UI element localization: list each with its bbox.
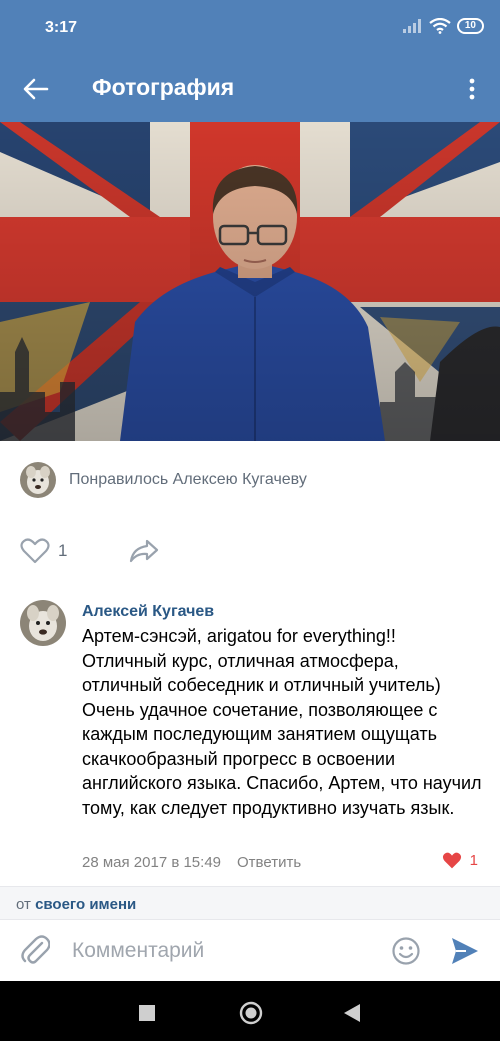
attach-button[interactable] xyxy=(20,934,51,971)
comment-author-selector: от своего имени xyxy=(0,887,500,919)
liked-by-text: Понравилось Алексею Кугачеву xyxy=(69,471,307,488)
from-prefix: от xyxy=(16,896,36,913)
heart-filled-icon xyxy=(442,852,461,869)
reply-button[interactable]: Ответить xyxy=(237,854,301,871)
status-bar: 3:17 10 xyxy=(0,0,500,55)
comment-meta: 28 мая 2017 в 15:49 Ответить xyxy=(82,852,482,872)
comment-text: Артем-сэнсэй, arigatou for everything!! … xyxy=(82,626,482,818)
system-nav-bar xyxy=(0,981,500,1041)
signal-icon xyxy=(402,19,421,33)
main-photo[interactable] xyxy=(0,122,500,441)
stop-icon xyxy=(139,1005,155,1021)
more-vertical-icon xyxy=(469,78,475,100)
recents-button[interactable] xyxy=(139,1005,155,1021)
comment-avatar[interactable] xyxy=(20,600,66,646)
comment-like-count: 1 xyxy=(469,852,478,869)
photo-image xyxy=(0,122,500,441)
more-options-button[interactable] xyxy=(460,73,484,105)
app-bar: Фотография xyxy=(0,55,500,122)
comment-like-button[interactable]: 1 xyxy=(442,852,478,869)
home-circle-icon xyxy=(239,1001,263,1025)
send-icon xyxy=(452,938,478,964)
paperclip-icon xyxy=(21,935,51,964)
back-triangle-icon xyxy=(344,1004,360,1022)
comment-composer xyxy=(0,919,500,981)
battery-indicator: 10 xyxy=(456,18,484,34)
status-icons: 10 xyxy=(402,18,484,34)
back-arrow-icon xyxy=(23,78,49,100)
comment-body: Алексей Кугачев Артем-сэнсэй, arigatou f… xyxy=(82,600,482,820)
heart-outline-icon xyxy=(20,538,50,564)
send-button[interactable] xyxy=(450,936,480,971)
photo-actions: 1 xyxy=(20,534,159,568)
like-button[interactable]: 1 xyxy=(20,538,67,564)
from-own-name-link[interactable]: своего имени xyxy=(35,896,136,913)
liked-by-row[interactable]: Понравилось Алексею Кугачеву xyxy=(20,462,480,498)
nav-back-button[interactable] xyxy=(344,1004,360,1022)
comment-input[interactable] xyxy=(72,934,372,968)
comment-author[interactable]: Алексей Кугачев xyxy=(82,600,482,624)
emoji-button[interactable] xyxy=(391,936,421,971)
share-icon xyxy=(130,539,159,563)
comment-date: 28 мая 2017 в 15:49 xyxy=(82,853,222,871)
like-count: 1 xyxy=(58,541,68,560)
page-title: Фотография xyxy=(92,74,235,100)
share-button[interactable] xyxy=(129,539,159,563)
back-button[interactable] xyxy=(20,73,52,105)
avatar xyxy=(20,462,56,498)
emoji-icon xyxy=(392,937,420,965)
wifi-icon xyxy=(429,18,451,34)
home-button[interactable] xyxy=(239,1001,263,1025)
status-time: 3:17 xyxy=(45,19,78,36)
